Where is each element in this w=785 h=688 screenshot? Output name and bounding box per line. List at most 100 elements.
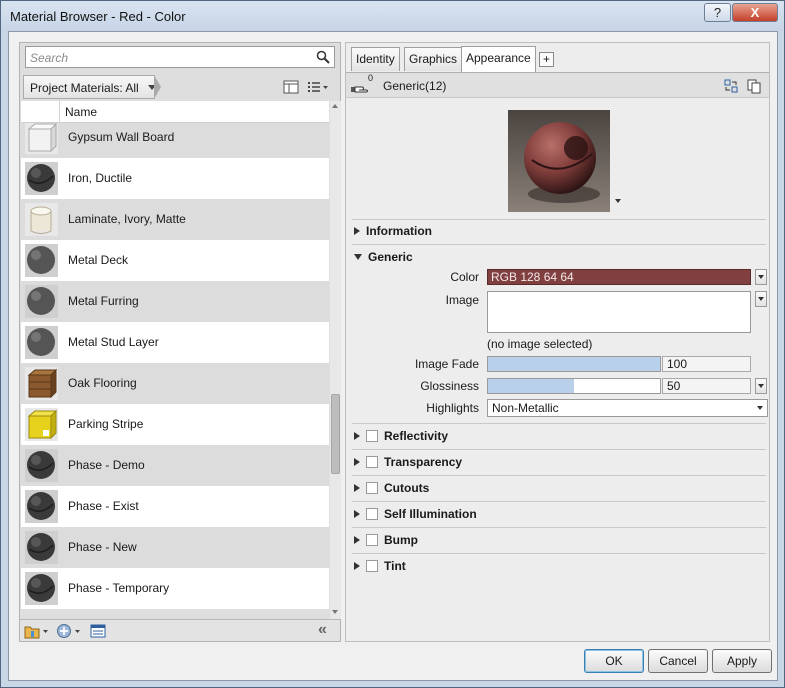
list-item[interactable]: Parking Stripe — [21, 404, 329, 445]
list-item[interactable]: Metal Furring — [21, 281, 329, 322]
name-column-header[interactable]: Name — [65, 105, 97, 119]
material-thumbnail-icon — [25, 531, 58, 564]
tab-identity[interactable]: Identity — [351, 47, 400, 71]
list-item[interactable]: Phase - Demo — [21, 445, 329, 486]
material-editor-panel: Identity Graphics Appearance + 0 Generic… — [345, 42, 770, 642]
cutouts-checkbox[interactable] — [366, 482, 378, 494]
list-item[interactable]: Phase - New — [21, 527, 329, 568]
material-list: Gypsum Wall Board Iron, Ductile Laminate, … — [21, 123, 329, 619]
image-label: Image — [445, 293, 479, 307]
divider — [352, 219, 766, 220]
transparency-checkbox[interactable] — [366, 456, 378, 468]
close-button[interactable]: X — [732, 3, 778, 22]
help-button[interactable]: ? — [704, 3, 731, 22]
collapse-triangle-icon — [354, 254, 362, 260]
list-item[interactable]: Metal Deck — [21, 240, 329, 281]
color-options-dropdown[interactable] — [755, 269, 767, 285]
list-item[interactable]: Gypsum Wall Board — [21, 123, 329, 158]
asset-bar: 0 Generic(12) — [346, 72, 769, 98]
section-information[interactable]: Information — [354, 224, 432, 238]
create-material-icon[interactable] — [56, 623, 82, 639]
image-options-dropdown[interactable] — [755, 291, 767, 307]
divider — [352, 423, 766, 424]
reflectivity-checkbox[interactable] — [366, 430, 378, 442]
list-item[interactable]: Phase - Temporary — [21, 568, 329, 609]
list-item[interactable]: Laminate, Ivory, Matte — [21, 199, 329, 240]
asset-browser-icon[interactable] — [90, 623, 106, 639]
color-field[interactable]: RGB 128 64 64 — [487, 269, 751, 285]
list-header: Name — [21, 101, 329, 123]
apply-button[interactable]: Apply — [712, 649, 772, 673]
scroll-up-icon[interactable] — [332, 104, 338, 108]
glossiness-slider[interactable] — [487, 378, 661, 394]
image-field[interactable] — [487, 291, 751, 333]
divider — [352, 553, 766, 554]
expand-triangle-icon — [354, 432, 360, 440]
scroll-down-icon[interactable] — [332, 610, 338, 614]
section-tint[interactable]: Tint — [354, 559, 406, 573]
material-name: Laminate, Ivory, Matte — [68, 212, 186, 226]
scrollbar-thumb[interactable] — [331, 394, 340, 474]
expand-triangle-icon — [354, 458, 360, 466]
list-item[interactable]: Metal Stud Layer — [21, 322, 329, 363]
list-item[interactable]: Oak Flooring — [21, 363, 329, 404]
section-transparency[interactable]: Transparency — [354, 455, 462, 469]
section-label: Generic — [368, 250, 413, 264]
image-fade-slider[interactable] — [487, 356, 661, 372]
section-bump[interactable]: Bump — [354, 533, 418, 547]
self-illumination-checkbox[interactable] — [366, 508, 378, 520]
list-view-icon[interactable] — [307, 80, 329, 94]
bump-checkbox[interactable] — [366, 534, 378, 546]
list-item[interactable]: Iron, Ductile — [21, 158, 329, 199]
cancel-button[interactable]: Cancel — [648, 649, 708, 673]
list-item[interactable]: Phase - Exist — [21, 486, 329, 527]
search-icon[interactable] — [316, 50, 330, 64]
image-fade-label: Image Fade — [414, 357, 479, 371]
divider — [352, 527, 766, 528]
color-label: Color — [450, 270, 479, 284]
section-cutouts[interactable]: Cutouts — [354, 481, 429, 495]
material-thumbnail-icon — [25, 449, 58, 482]
asset-usage-count: 0 — [368, 73, 374, 83]
tint-checkbox[interactable] — [366, 560, 378, 572]
material-thumbnail-icon — [25, 203, 58, 236]
tab-appearance[interactable]: Appearance — [461, 46, 536, 72]
replace-asset-icon[interactable] — [723, 78, 739, 94]
search-input[interactable]: Search — [25, 46, 335, 68]
collapse-library-button[interactable]: « — [318, 621, 327, 639]
ok-button[interactable]: OK — [584, 649, 644, 673]
image-fade-input[interactable]: 100 — [662, 356, 751, 372]
header-divider — [59, 101, 60, 123]
list-scrollbar[interactable] — [330, 101, 341, 619]
preview-options-chevron-icon[interactable] — [615, 199, 621, 203]
window-title: Material Browser - Red - Color — [10, 9, 186, 24]
duplicate-asset-icon[interactable] — [746, 78, 762, 94]
project-materials-filter[interactable]: Project Materials: All — [23, 75, 156, 99]
expand-triangle-icon — [354, 562, 360, 570]
divider — [352, 244, 766, 245]
material-thumbnail-icon — [25, 490, 58, 523]
material-preview-swatch[interactable] — [508, 110, 610, 212]
material-browser-window: Material Browser - Red - Color ? X Searc… — [0, 0, 785, 688]
library-toolbar: « — [20, 619, 340, 641]
add-asset-button[interactable]: + — [539, 52, 554, 67]
glossiness-input[interactable]: 50 — [662, 378, 751, 394]
highlights-select[interactable]: Non-Metallic — [487, 399, 768, 417]
tab-graphics[interactable]: Graphics — [404, 47, 463, 71]
library-manage-icon[interactable] — [24, 623, 50, 639]
section-label: Reflectivity — [384, 429, 449, 443]
title-bar[interactable]: Material Browser - Red - Color ? X — [1, 1, 784, 31]
glossiness-options-dropdown[interactable] — [755, 378, 767, 394]
expand-triangle-icon — [354, 484, 360, 492]
material-thumbnail-icon — [25, 367, 58, 400]
section-label: Self Illumination — [384, 507, 477, 521]
search-placeholder: Search — [30, 51, 69, 65]
section-reflectivity[interactable]: Reflectivity — [354, 429, 448, 443]
section-generic[interactable]: Generic — [354, 250, 413, 264]
material-thumbnail-icon — [25, 285, 58, 318]
section-label: Bump — [384, 533, 418, 547]
material-thumbnail-icon — [25, 572, 58, 605]
section-label: Cutouts — [384, 481, 430, 495]
section-self-illumination[interactable]: Self Illumination — [354, 507, 477, 521]
panel-layout-icon[interactable] — [283, 80, 299, 94]
